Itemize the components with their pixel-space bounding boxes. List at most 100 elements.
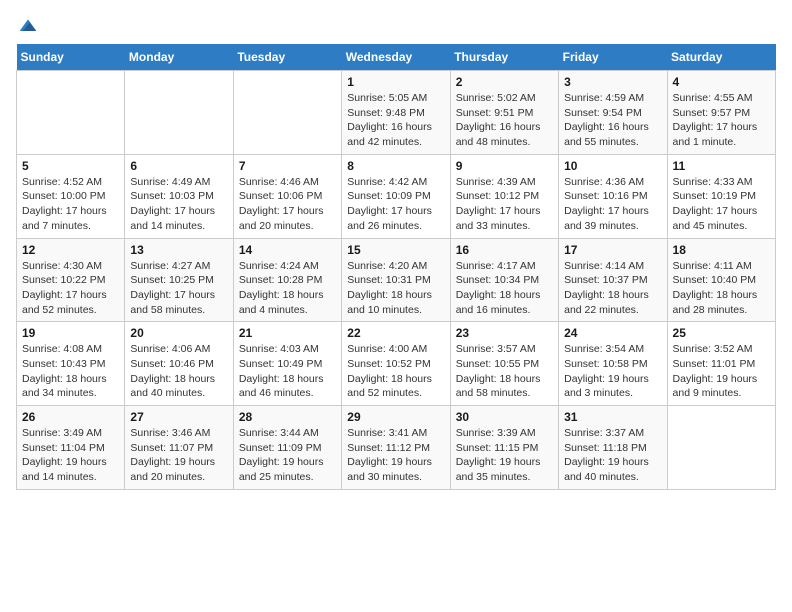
day-number: 20	[130, 326, 227, 340]
day-number: 6	[130, 159, 227, 173]
calendar-cell: 24 Sunrise: 3:54 AM Sunset: 10:58 PM Dayl…	[559, 322, 667, 406]
day-info: Sunrise: 3:44 AM Sunset: 11:09 PM Daylig…	[239, 426, 336, 485]
calendar-cell: 2Sunrise: 5:02 AM Sunset: 9:51 PM Daylig…	[450, 71, 558, 155]
day-number: 27	[130, 410, 227, 424]
calendar-cell	[125, 71, 233, 155]
calendar-table: SundayMondayTuesdayWednesdayThursdayFrid…	[16, 44, 776, 490]
day-number: 4	[673, 75, 770, 89]
day-info: Sunrise: 4:30 AM Sunset: 10:22 PM Daylig…	[22, 259, 119, 318]
day-info: Sunrise: 4:59 AM Sunset: 9:54 PM Dayligh…	[564, 91, 661, 150]
day-number: 8	[347, 159, 444, 173]
logo	[16, 16, 38, 36]
day-number: 17	[564, 243, 661, 257]
calendar-cell: 21 Sunrise: 4:03 AM Sunset: 10:49 PM Dayl…	[233, 322, 341, 406]
day-number: 3	[564, 75, 661, 89]
calendar-cell: 29Sunrise: 3:41 AM Sunset: 11:12 PM Dayl…	[342, 406, 450, 490]
day-number: 29	[347, 410, 444, 424]
day-number: 14	[239, 243, 336, 257]
day-info: Sunrise: 4:11 AM Sunset: 10:40 PM Daylig…	[673, 259, 770, 318]
calendar-cell: 19Sunrise: 4:08 AM Sunset: 10:43 PM Dayl…	[17, 322, 125, 406]
calendar-header: SundayMondayTuesdayWednesdayThursdayFrid…	[17, 44, 776, 71]
calendar-cell: 9 Sunrise: 4:39 AM Sunset: 10:12 PM Dayli…	[450, 154, 558, 238]
calendar-week-row: 12 Sunrise: 4:30 AM Sunset: 10:22 PM Dayl…	[17, 238, 776, 322]
calendar-cell: 17 Sunrise: 4:14 AM Sunset: 10:37 PM Dayl…	[559, 238, 667, 322]
calendar-cell: 4 Sunrise: 4:55 AM Sunset: 9:57 PM Daylig…	[667, 71, 775, 155]
day-number: 25	[673, 326, 770, 340]
calendar-cell: 3 Sunrise: 4:59 AM Sunset: 9:54 PM Daylig…	[559, 71, 667, 155]
day-number: 24	[564, 326, 661, 340]
day-info: Sunrise: 4:52 AM Sunset: 10:00 PM Daylig…	[22, 175, 119, 234]
day-number: 5	[22, 159, 119, 173]
day-number: 2	[456, 75, 553, 89]
day-info: Sunrise: 3:57 AM Sunset: 10:55 PM Daylig…	[456, 342, 553, 401]
day-number: 9	[456, 159, 553, 173]
calendar-week-row: 1Sunrise: 5:05 AM Sunset: 9:48 PM Daylig…	[17, 71, 776, 155]
calendar-cell: 15 Sunrise: 4:20 AM Sunset: 10:31 PM Dayl…	[342, 238, 450, 322]
day-number: 12	[22, 243, 119, 257]
calendar-week-row: 5 Sunrise: 4:52 AM Sunset: 10:00 PM Dayli…	[17, 154, 776, 238]
calendar-cell: 25 Sunrise: 3:52 AM Sunset: 11:01 PM Dayl…	[667, 322, 775, 406]
day-number: 11	[673, 159, 770, 173]
weekday-header: Tuesday	[233, 44, 341, 71]
calendar-cell: 23 Sunrise: 3:57 AM Sunset: 10:55 PM Dayl…	[450, 322, 558, 406]
day-info: Sunrise: 4:36 AM Sunset: 10:16 PM Daylig…	[564, 175, 661, 234]
calendar-cell: 10 Sunrise: 4:36 AM Sunset: 10:16 PM Dayl…	[559, 154, 667, 238]
day-number: 10	[564, 159, 661, 173]
day-number: 16	[456, 243, 553, 257]
calendar-cell: 14 Sunrise: 4:24 AM Sunset: 10:28 PM Dayl…	[233, 238, 341, 322]
weekday-header: Wednesday	[342, 44, 450, 71]
day-info: Sunrise: 3:52 AM Sunset: 11:01 PM Daylig…	[673, 342, 770, 401]
calendar-week-row: 19Sunrise: 4:08 AM Sunset: 10:43 PM Dayl…	[17, 322, 776, 406]
day-info: Sunrise: 4:39 AM Sunset: 10:12 PM Daylig…	[456, 175, 553, 234]
day-info: Sunrise: 3:46 AM Sunset: 11:07 PM Daylig…	[130, 426, 227, 485]
day-number: 18	[673, 243, 770, 257]
weekday-header: Friday	[559, 44, 667, 71]
day-info: Sunrise: 4:06 AM Sunset: 10:46 PM Daylig…	[130, 342, 227, 401]
weekday-header: Sunday	[17, 44, 125, 71]
calendar-cell: 30 Sunrise: 3:39 AM Sunset: 11:15 PM Dayl…	[450, 406, 558, 490]
day-number: 21	[239, 326, 336, 340]
calendar-week-row: 26Sunrise: 3:49 AM Sunset: 11:04 PM Dayl…	[17, 406, 776, 490]
calendar-cell: 6 Sunrise: 4:49 AM Sunset: 10:03 PM Dayli…	[125, 154, 233, 238]
calendar-cell: 7 Sunrise: 4:46 AM Sunset: 10:06 PM Dayli…	[233, 154, 341, 238]
day-info: Sunrise: 3:54 AM Sunset: 10:58 PM Daylig…	[564, 342, 661, 401]
calendar-cell	[667, 406, 775, 490]
day-info: Sunrise: 3:37 AM Sunset: 11:18 PM Daylig…	[564, 426, 661, 485]
weekday-header: Monday	[125, 44, 233, 71]
day-number: 13	[130, 243, 227, 257]
logo-icon	[18, 16, 38, 36]
day-info: Sunrise: 4:49 AM Sunset: 10:03 PM Daylig…	[130, 175, 227, 234]
calendar-cell: 1Sunrise: 5:05 AM Sunset: 9:48 PM Daylig…	[342, 71, 450, 155]
day-info: Sunrise: 4:55 AM Sunset: 9:57 PM Dayligh…	[673, 91, 770, 150]
calendar-cell: 12 Sunrise: 4:30 AM Sunset: 10:22 PM Dayl…	[17, 238, 125, 322]
day-info: Sunrise: 4:17 AM Sunset: 10:34 PM Daylig…	[456, 259, 553, 318]
calendar-cell: 26Sunrise: 3:49 AM Sunset: 11:04 PM Dayl…	[17, 406, 125, 490]
calendar-body: 1Sunrise: 5:05 AM Sunset: 9:48 PM Daylig…	[17, 71, 776, 490]
day-number: 22	[347, 326, 444, 340]
calendar-cell	[233, 71, 341, 155]
calendar-cell: 22Sunrise: 4:00 AM Sunset: 10:52 PM Dayl…	[342, 322, 450, 406]
day-info: Sunrise: 4:27 AM Sunset: 10:25 PM Daylig…	[130, 259, 227, 318]
calendar-cell: 13 Sunrise: 4:27 AM Sunset: 10:25 PM Dayl…	[125, 238, 233, 322]
day-info: Sunrise: 4:46 AM Sunset: 10:06 PM Daylig…	[239, 175, 336, 234]
calendar-cell: 31Sunrise: 3:37 AM Sunset: 11:18 PM Dayl…	[559, 406, 667, 490]
day-number: 7	[239, 159, 336, 173]
day-number: 23	[456, 326, 553, 340]
weekday-header: Saturday	[667, 44, 775, 71]
calendar-cell: 27 Sunrise: 3:46 AM Sunset: 11:07 PM Dayl…	[125, 406, 233, 490]
page-header	[16, 16, 776, 36]
calendar-cell: 28Sunrise: 3:44 AM Sunset: 11:09 PM Dayl…	[233, 406, 341, 490]
day-info: Sunrise: 4:20 AM Sunset: 10:31 PM Daylig…	[347, 259, 444, 318]
day-number: 30	[456, 410, 553, 424]
calendar-cell: 5 Sunrise: 4:52 AM Sunset: 10:00 PM Dayli…	[17, 154, 125, 238]
day-info: Sunrise: 3:49 AM Sunset: 11:04 PM Daylig…	[22, 426, 119, 485]
day-number: 15	[347, 243, 444, 257]
day-info: Sunrise: 3:39 AM Sunset: 11:15 PM Daylig…	[456, 426, 553, 485]
day-info: Sunrise: 4:14 AM Sunset: 10:37 PM Daylig…	[564, 259, 661, 318]
weekday-row: SundayMondayTuesdayWednesdayThursdayFrid…	[17, 44, 776, 71]
calendar-cell: 20 Sunrise: 4:06 AM Sunset: 10:46 PM Dayl…	[125, 322, 233, 406]
day-info: Sunrise: 4:24 AM Sunset: 10:28 PM Daylig…	[239, 259, 336, 318]
calendar-cell: 16 Sunrise: 4:17 AM Sunset: 10:34 PM Dayl…	[450, 238, 558, 322]
day-info: Sunrise: 4:03 AM Sunset: 10:49 PM Daylig…	[239, 342, 336, 401]
calendar-cell	[17, 71, 125, 155]
